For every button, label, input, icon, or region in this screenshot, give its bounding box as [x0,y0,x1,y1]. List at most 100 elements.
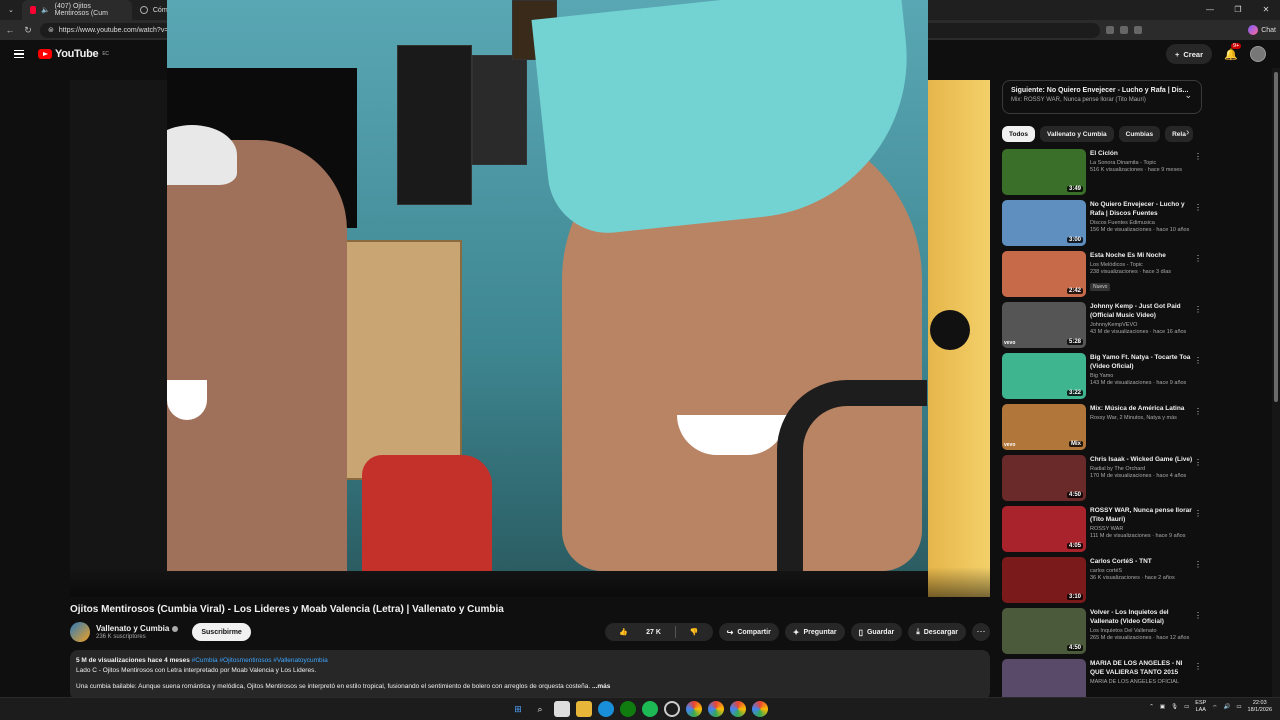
more-vertical-icon[interactable]: ⋮ [1194,611,1202,620]
recommended-video-item[interactable]: 3:22 Big Yamo Ft. Natya - Tocarte Toa (Vi… [1002,353,1208,404]
video-title[interactable]: El Ciclón [1090,149,1196,158]
video-thumbnail[interactable]: 2:42 [1002,251,1086,297]
create-button[interactable]: + Crear [1166,44,1212,64]
chrome-icon[interactable] [708,701,724,717]
video-thumbnail[interactable]: 3:00 [1002,200,1086,246]
edge-icon[interactable] [598,701,614,717]
more-vertical-icon[interactable]: ⋮ [1194,662,1202,671]
more-vertical-icon[interactable]: ⋮ [1194,152,1202,161]
scrollbar-thumb[interactable] [1274,72,1278,402]
notifications-button[interactable]: 🔔 9+ [1224,42,1242,61]
video-thumbnail[interactable]: 3:10 [1002,557,1086,603]
hashtags[interactable]: #Cumbia #Ojitosmentirosos #Vallenatoycum… [192,657,328,664]
video-channel[interactable]: Discos Fuentes Edimusica [1090,220,1196,226]
youtube-logo[interactable]: YouTube EC [38,48,109,60]
recommended-video-item[interactable]: vevo Mix Mix: Música de América Latina Ross… [1002,404,1208,455]
video-thumbnail[interactable]: 4:05 [1002,506,1086,552]
xbox-icon[interactable] [620,701,636,717]
chevron-up-icon[interactable]: ⌃ [1149,704,1154,710]
video-title[interactable]: Big Yamo Ft. Natya - Tocarte Toa (Video … [1090,353,1196,371]
extension-icon[interactable] [1120,26,1128,34]
video-channel[interactable]: La Sonora Dinamita - Topic [1090,160,1196,166]
account-avatar[interactable] [1250,46,1266,62]
recommended-video-item[interactable]: 4:05 ROSSY WAR, Nunca pense llorar (Tito … [1002,506,1208,557]
video-title[interactable]: Chris Isaak - Wicked Game (Live) [1090,455,1196,464]
close-window-button[interactable]: ✕ [1252,0,1280,20]
search-icon[interactable]: ⌕ [532,701,548,717]
extension-icon[interactable] [1106,26,1114,34]
site-info-icon[interactable]: ⊜ [48,26,54,34]
save-button[interactable]: ▯ Guardar [850,623,903,641]
task-view-icon[interactable] [554,701,570,717]
profile-icon[interactable] [1134,26,1142,34]
video-channel[interactable]: Radial by The Orchard [1090,466,1196,472]
video-channel[interactable]: carlos cortéS [1090,568,1196,574]
language-indicator[interactable]: ESP LAA [1195,700,1206,714]
video-title[interactable]: MARIA DE LOS ANGELES - NI QUE VALIERAS T… [1090,659,1196,677]
video-channel[interactable]: MARIA DE LOS ANGELES OFICIAL [1090,679,1196,685]
chip-cumbias[interactable]: Cumbias [1118,126,1161,142]
video-thumbnail[interactable]: 4:50 [1002,455,1086,501]
video-thumbnail[interactable]: vevo 5:28 [1002,302,1086,348]
video-channel[interactable]: Los Inquietos Del Vallenato [1090,628,1196,634]
video-title[interactable]: Mix: Música de América Latina [1090,404,1196,413]
chrome-icon[interactable] [752,701,768,717]
video-thumbnail[interactable]: 4:50 [1002,608,1086,654]
video-title[interactable]: No Quiero Envejecer - Lucho y Rafa | Dis… [1090,200,1196,218]
wifi-icon[interactable]: ⌔ [1212,704,1217,711]
video-channel[interactable]: Big Yamo [1090,373,1196,379]
like-button[interactable]: 👍 27 K [605,628,675,637]
app-icon[interactable] [664,701,680,717]
recommended-video-item[interactable]: 3:49 El Ciclón La Sonora Dinamita - Topic 5… [1002,149,1208,200]
more-vertical-icon[interactable]: ⋮ [1194,509,1202,518]
up-next-panel[interactable]: Siguiente: No Quiero Envejecer - Lucho y… [1002,80,1202,114]
more-vertical-icon[interactable]: ⋮ [1194,305,1202,314]
page-scrollbar[interactable] [1272,68,1280,697]
tray-icon[interactable]: ▣ [1160,704,1165,710]
speaker-icon[interactable]: 🔈 [41,6,50,14]
share-button[interactable]: ↪ Compartir [718,623,779,641]
more-vertical-icon[interactable]: ⋮ [1194,203,1202,212]
windows-start-icon[interactable]: ⊞ [510,701,526,717]
video-channel[interactable]: Rossy War, 2 Minutos, Natya y más [1090,415,1196,421]
minimize-button[interactable]: — [1196,0,1224,20]
recommended-video-item[interactable]: 3:10 Carlos CortéS - TNT carlos cortéS 36 K… [1002,557,1208,608]
more-vertical-icon[interactable]: ⋮ [1194,407,1202,416]
more-vertical-icon[interactable]: ⋮ [1194,458,1202,467]
video-channel[interactable]: JohnnyKempVEVO [1090,322,1196,328]
recommended-video-item[interactable]: 4:50 Chris Isaak - Wicked Game (Live) Radi… [1002,455,1208,506]
recommended-video-item[interactable]: 3:00 No Quiero Envejecer - Lucho y Rafa |… [1002,200,1208,251]
chat-button[interactable]: Chat [1248,25,1276,35]
file-explorer-icon[interactable] [576,701,592,717]
channel-avatar[interactable] [70,622,90,642]
tab-youtube[interactable]: 🔈 (407) Ojitos Mentirosos (Cum [21,0,132,20]
channel-name[interactable]: Vallenato y Cumbia [96,624,169,633]
description-box[interactable]: 5 M de visualizaciones hace 4 meses #Cum… [70,650,990,700]
clock[interactable]: 22:03 18/1/2026 [1248,700,1272,714]
dislike-button[interactable]: 👎 [676,628,713,636]
video-channel[interactable]: Los Melódicos - Topic [1090,262,1196,268]
subscribe-button[interactable]: Suscribirme [192,623,251,641]
video-title[interactable]: Johnny Kemp - Just Got Paid (Official Mu… [1090,302,1196,320]
video-thumbnail[interactable]: vevo Mix [1002,404,1086,450]
reload-icon[interactable]: ↻ [22,25,34,36]
recommended-video-item[interactable]: vevo 5:28 Johnny Kemp - Just Got Paid (Off… [1002,302,1208,353]
recommended-video-item[interactable]: 2:42 Esta Noche Es Mi Noche Los Melódicos … [1002,251,1208,302]
volume-icon[interactable]: 🔊 [1223,704,1230,710]
battery-icon[interactable]: ▭ [1236,704,1241,710]
chevron-down-icon[interactable]: ⌄ [1184,90,1192,101]
back-icon[interactable]: ← [4,25,16,35]
video-title[interactable]: ROSSY WAR, Nunca pense llorar (Tito Maur… [1090,506,1196,524]
ask-button[interactable]: ✦ Preguntar [784,623,845,641]
video-title[interactable]: Carlos CortéS - TNT [1090,557,1196,566]
show-more-link[interactable]: ...más [592,683,610,690]
more-vertical-icon[interactable]: ⋮ [1194,356,1202,365]
chip-all[interactable]: Todos [1002,126,1036,142]
mic-icon[interactable]: 🎙 [1171,704,1178,710]
video-title[interactable]: Esta Noche Es Mi Noche [1090,251,1196,260]
video-thumbnail[interactable]: 3:22 [1002,353,1086,399]
more-vertical-icon[interactable]: ⋮ [1194,254,1202,263]
chrome-icon[interactable] [730,701,746,717]
chrome-icon[interactable] [686,701,702,717]
spotify-icon[interactable] [642,701,658,717]
